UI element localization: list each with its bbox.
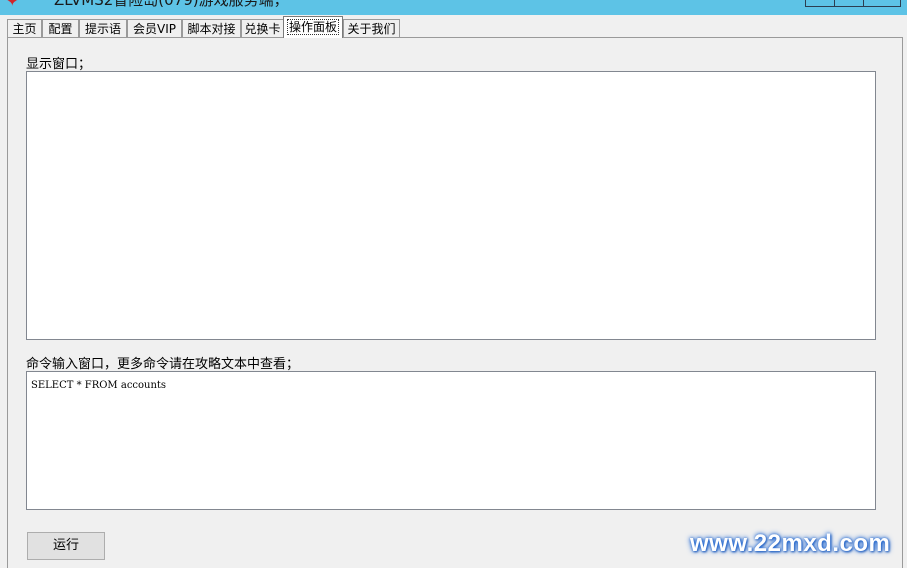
display-window-label: 显示窗口； xyxy=(26,57,92,72)
run-button[interactable]: 运行 xyxy=(27,532,105,560)
tab-vip[interactable]: 会员VIP xyxy=(127,19,182,37)
maximize-button[interactable] xyxy=(834,0,864,7)
minimize-button[interactable] xyxy=(805,0,835,7)
tab-control-panel[interactable]: 操作面板 xyxy=(283,16,343,38)
command-window-label: 命令输入窗口，更多命令请在攻略文本中查看； xyxy=(26,357,300,372)
window-titlebar: ✦ ZLVMS2冒险岛(079)游戏服务端， xyxy=(0,0,907,15)
tab-prompts[interactable]: 提示语 xyxy=(79,19,127,37)
tab-home[interactable]: 主页 xyxy=(7,19,42,37)
tab-strip: 主页 配置 提示语 会员VIP 脚本对接 兑换卡 操作面板 关于我们 xyxy=(7,16,897,38)
window-title: ZLVMS2冒险岛(079)游戏服务端， xyxy=(54,0,289,9)
command-input[interactable]: SELECT * FROM accounts xyxy=(26,371,876,510)
display-window[interactable] xyxy=(26,71,876,340)
watermark-logo: www.22mxd.com xyxy=(690,530,891,557)
tab-redeem-card[interactable]: 兑换卡 xyxy=(241,19,284,37)
tab-script[interactable]: 脚本对接 xyxy=(182,19,241,37)
tab-config[interactable]: 配置 xyxy=(42,19,79,37)
app-icon: ✦ xyxy=(6,0,19,10)
tab-about[interactable]: 关于我们 xyxy=(343,19,400,37)
close-button[interactable] xyxy=(863,0,901,7)
